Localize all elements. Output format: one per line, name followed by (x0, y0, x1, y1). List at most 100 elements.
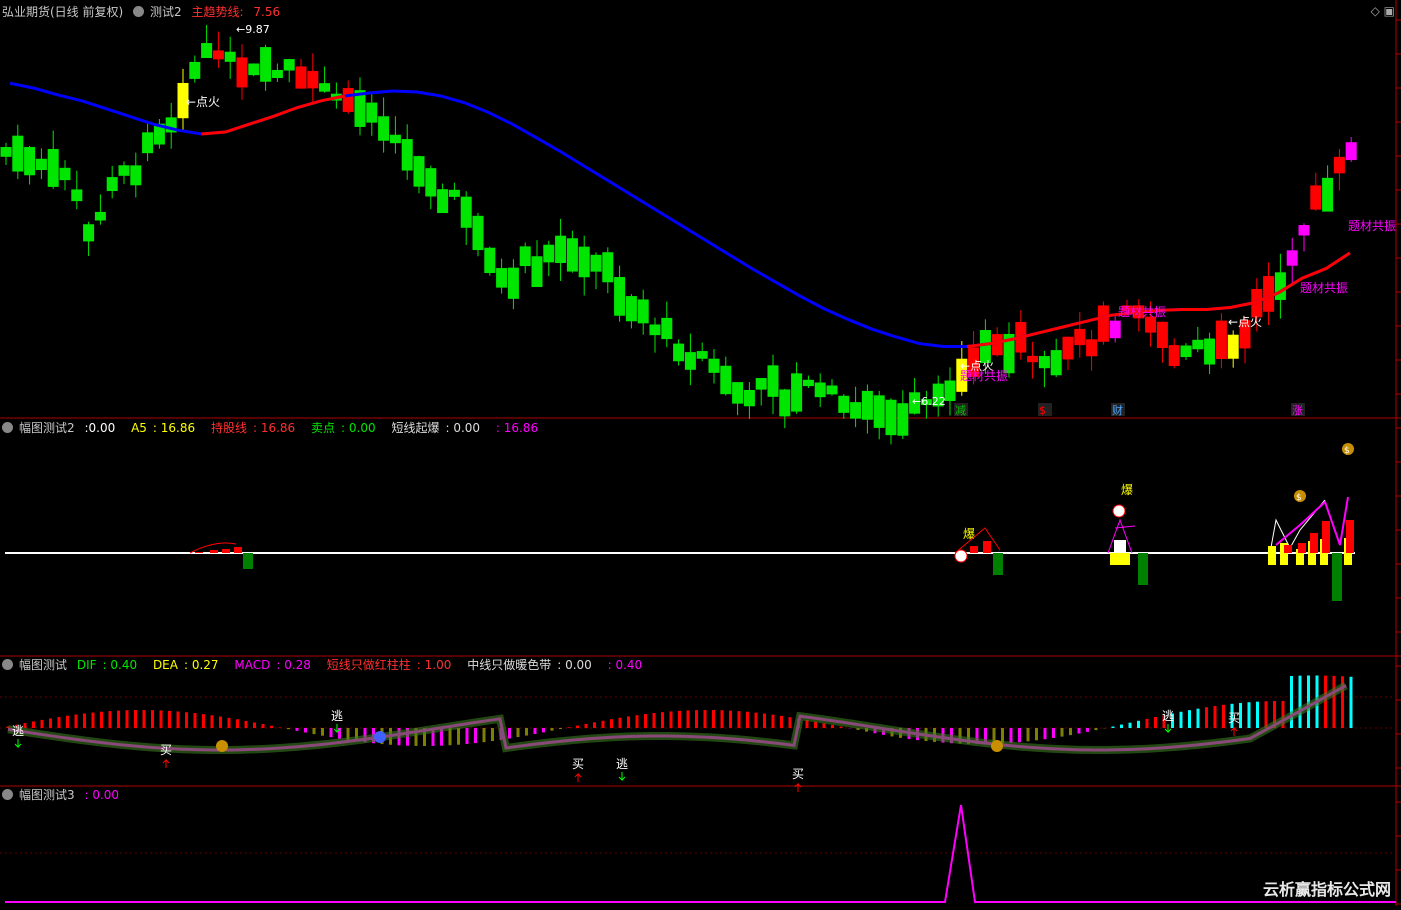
candle-body (791, 373, 803, 412)
panel3-header: 幅图测试 DIF: 0.40 DEA: 0.27 MACD: 0.28 短线只做… (2, 656, 654, 674)
candle-body (1333, 156, 1345, 174)
candle-body (1168, 345, 1180, 367)
p3-v5: : 0.40 (607, 658, 643, 672)
candle-body (460, 196, 472, 228)
diamond-icon[interactable]: ◇ (1371, 4, 1380, 18)
candle-body (366, 102, 378, 123)
candle-body (743, 389, 755, 407)
candle-body (885, 399, 897, 436)
candle-body (1310, 185, 1322, 210)
p2-hold: 持股线: 16.86 (210, 421, 296, 435)
candle-body (448, 189, 460, 197)
candle-body (35, 158, 47, 171)
burst-label: 爆 (963, 527, 975, 541)
candle-body (1274, 272, 1286, 300)
candle-body (519, 246, 531, 267)
candle-body (1204, 338, 1216, 365)
buy-label: 买 (160, 743, 172, 757)
buy-label: 买 (572, 757, 584, 771)
hist-bar (1310, 533, 1318, 553)
candle-body (602, 252, 614, 283)
chart-canvas: ←点火←点火←点火题材共振题材共振题材共振题材共振←9.87←6.22减 $ 财涨爆… (0, 0, 1401, 906)
candle-body (271, 69, 283, 79)
restore-icon[interactable]: ▣ (1384, 4, 1395, 18)
collapse-icon[interactable] (133, 6, 145, 17)
candle-body (248, 63, 260, 76)
candle-body (413, 156, 425, 187)
candle-body (779, 389, 791, 417)
candle-body (437, 189, 449, 214)
hist-bar (234, 547, 242, 553)
panel1-indicator: 测试2 (150, 5, 182, 19)
watermark: 云析赢指标公式网 (1262, 880, 1391, 899)
hist-bar (1322, 521, 1330, 553)
candle-body (94, 211, 106, 221)
hist-bar (1268, 546, 1276, 565)
warm-band (7, 681, 1348, 755)
candle-body (130, 165, 142, 186)
panel2-header: 幅图测试2 :0.00 A5: 16.86 持股线: 16.86 卖点: 0.0… (2, 419, 550, 437)
candle-body (637, 299, 649, 324)
candle-body (1145, 316, 1157, 333)
candle-body (1156, 321, 1168, 349)
escape-label: 逃 (616, 757, 628, 771)
candle-body (838, 395, 850, 413)
candle-body (590, 254, 602, 272)
candle-body (543, 244, 555, 263)
candle-body (625, 296, 637, 322)
buy-label: 买 (792, 767, 804, 781)
panel1-header: 弘业期货(日线 前复权) 测试2 主趋势线: 7.56 (2, 5, 281, 19)
candle-body (201, 43, 213, 59)
p3-dif: DIF: 0.40 (76, 658, 138, 672)
candle-body (212, 50, 224, 60)
p2-a5: A5: 16.86 (131, 421, 196, 435)
p2-burst: 短线起爆: 0.00 (391, 421, 481, 435)
candle-body (814, 382, 826, 398)
candle-body (1027, 355, 1039, 363)
buy-label: 买 (1228, 711, 1240, 725)
candle-body (696, 351, 708, 359)
candle-body (142, 132, 154, 154)
p3-macd: MACD: 0.28 (234, 658, 311, 672)
burst-label: 爆 (1121, 483, 1133, 497)
candle-body (83, 224, 95, 242)
up-arrow (794, 782, 802, 792)
window-controls: ◇ ▣ (1371, 4, 1395, 18)
candle-body (283, 59, 295, 71)
trend-line-red (201, 94, 346, 136)
candle-body (979, 330, 991, 364)
candle-body (0, 147, 12, 157)
candle-body (649, 324, 661, 336)
candle-body (484, 247, 496, 274)
collapse-icon[interactable] (2, 422, 13, 433)
candle-body (1215, 320, 1227, 360)
p2-v0: :0.00 (84, 421, 116, 435)
escape-label: 逃 (331, 709, 343, 723)
collapse-icon[interactable] (2, 789, 13, 800)
low-price-label: ←6.22 (912, 395, 946, 408)
theme-label: 题材共振 (1348, 219, 1396, 233)
p3-dea: DEA: 0.27 (152, 658, 219, 672)
hist-bar (1110, 553, 1130, 565)
candle-body (1074, 328, 1086, 346)
fire-label: ←点火 (186, 95, 220, 109)
collapse-icon[interactable] (2, 659, 13, 670)
hist-bar (993, 553, 1003, 575)
candle-body (802, 379, 814, 387)
money-bag-icon (216, 740, 228, 752)
hist-bar (1284, 545, 1292, 553)
candle-body (1322, 177, 1334, 212)
hist-bar (1138, 553, 1148, 585)
candle-body (991, 334, 1003, 356)
candle-body (507, 267, 519, 299)
escape-label: 逃 (12, 724, 24, 738)
p2-sell: 卖点: 0.00 (311, 421, 376, 435)
candle-body (472, 215, 484, 251)
panel1-title: 弘业期货(日线 前复权) (2, 5, 124, 19)
trend-line-label: 主趋势线 (191, 5, 240, 19)
money-bag-text: $ (1344, 446, 1350, 456)
candle-body (12, 135, 24, 172)
candle-body (1050, 350, 1062, 376)
candle-body (732, 382, 744, 404)
candle-body (389, 134, 401, 144)
